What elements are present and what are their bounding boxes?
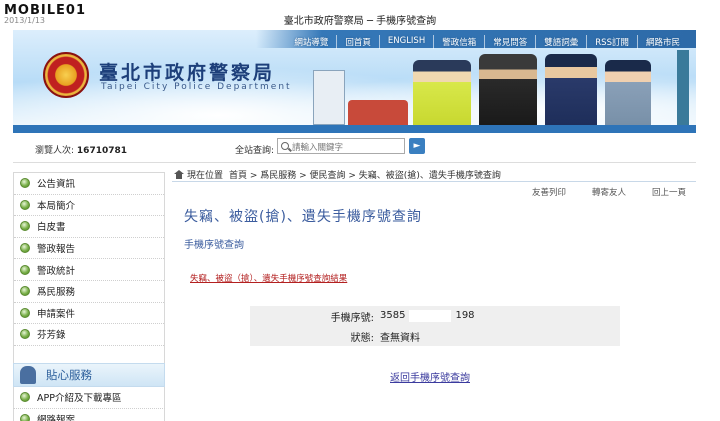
- building-illustration: [313, 70, 345, 125]
- nav-rss[interactable]: RSS訂閱: [586, 35, 637, 49]
- nav-citizens[interactable]: 網路市民: [636, 35, 688, 49]
- bullet-icon: [20, 199, 30, 210]
- officer-figure-3: [545, 54, 597, 125]
- phone-redacted: [409, 310, 452, 322]
- help-title: 貼心服務: [46, 368, 92, 382]
- site-subtitle: Taipei City Police Department: [101, 82, 292, 92]
- page-subtitle: 手機序號查詢: [184, 240, 244, 251]
- bullet-icon: [20, 264, 30, 275]
- nav-english[interactable]: ENGLISH: [378, 35, 433, 49]
- phone-suffix: 198: [455, 310, 475, 321]
- sidebar-item-online-report[interactable]: 網路報案: [13, 408, 165, 421]
- sidebar-item-statistics[interactable]: 警政統計: [14, 259, 164, 281]
- bullet-icon: [20, 413, 30, 421]
- temple-illustration: [348, 100, 408, 125]
- result-row-phone: 手機序號: 3585 198: [250, 306, 620, 326]
- police-seal-logo[interactable]: [43, 52, 89, 98]
- home-icon: [174, 170, 184, 179]
- sidebar-item-about[interactable]: 本局簡介: [14, 195, 164, 217]
- top-strip: MOBILE01 2013/1/13 臺北市政府警察局 ─ 手機序號查詢: [0, 0, 720, 30]
- top-nav: 網站導覽 回首頁 ENGLISH 警政信箱 常見問答 雙語詞彙 RSS訂閱 網路…: [286, 35, 688, 49]
- search-icon: [281, 142, 289, 150]
- bullet-icon: [20, 243, 30, 254]
- back-to-query-link[interactable]: 返回手機序號查詢: [390, 369, 470, 384]
- officer-figure-4: [605, 60, 651, 125]
- help-list: APP介紹及下載專區 網路報案: [13, 387, 165, 421]
- sidebar-item-whitepaper[interactable]: 白皮書: [14, 216, 164, 238]
- phone-value: 3585 198: [378, 310, 620, 322]
- sidebar-item-praise[interactable]: 芬芳錄: [14, 324, 164, 346]
- taipei101-illustration: [677, 50, 689, 125]
- sidebar-item-reports[interactable]: 警政報告: [14, 238, 164, 260]
- bullet-icon: [20, 392, 30, 403]
- search-go-button[interactable]: ►: [409, 138, 425, 154]
- sidebar-item-applications[interactable]: 申請案件: [14, 303, 164, 325]
- breadcrumb-path[interactable]: 首頁 > 爲民服務 > 便民查詢 > 失竊、被盜(搶)、遺失手機序號查詢: [229, 168, 501, 181]
- nav-mailbox[interactable]: 警政信箱: [433, 35, 484, 49]
- nav-home[interactable]: 回首頁: [336, 35, 379, 49]
- print-link[interactable]: 友善列印: [532, 186, 566, 198]
- phone-prefix: 3585: [380, 310, 406, 321]
- nav-faq[interactable]: 常見問答: [484, 35, 535, 49]
- phone-label: 手機序號:: [330, 312, 374, 324]
- result-row-status: 狀態: 查無資料: [250, 326, 620, 346]
- result-table: 手機序號: 3585 198 狀態: 查無資料: [250, 306, 620, 346]
- result-heading-link[interactable]: 失竊、被盜（搶）、遺失手機序號查詢結果: [190, 272, 347, 284]
- breadcrumb: 現在位置 首頁 > 爲民服務 > 便民查詢 > 失竊、被盜(搶)、遺失手機序號查…: [172, 166, 696, 182]
- officer-figure-1: [413, 60, 471, 125]
- sidebar-item-announcements[interactable]: 公告資訊: [14, 173, 164, 195]
- search-input[interactable]: 請輸入關鍵字: [277, 138, 405, 154]
- bullet-icon: [20, 221, 30, 232]
- sidebar-item-services[interactable]: 爲民服務: [14, 281, 164, 303]
- page-title: 失竊、被盜(搶)、遺失手機序號查詢: [184, 209, 422, 225]
- helper-avatar-icon: [20, 366, 36, 384]
- back-page-link[interactable]: 回上一頁: [652, 186, 686, 198]
- status-label: 狀態:: [350, 332, 374, 344]
- officer-figure-2: [479, 54, 537, 125]
- help-section-header: 貼心服務: [13, 363, 165, 387]
- blue-divider: [13, 125, 696, 133]
- search-placeholder: 請輸入關鍵字: [292, 143, 344, 153]
- breadcrumb-label: 現在位置: [187, 171, 224, 181]
- page-tools: 友善列印 轉寄友人 回上一頁: [506, 186, 686, 198]
- site-banner: 網站導覽 回首頁 ENGLISH 警政信箱 常見問答 雙語詞彙 RSS訂閱 網路…: [13, 30, 696, 125]
- site-title[interactable]: 臺北市政府警察局: [99, 58, 275, 85]
- search-label: 全站查詢:: [235, 146, 275, 156]
- bullet-icon: [20, 178, 30, 189]
- visitor-count: 16710781: [76, 146, 128, 156]
- bullet-icon: [20, 307, 30, 318]
- bullet-icon: [20, 286, 30, 297]
- bullet-icon: [20, 329, 30, 340]
- visitor-label: 瀏覽人次:: [35, 146, 75, 156]
- sidebar-item-app-download[interactable]: APP介紹及下載專區: [13, 387, 165, 409]
- nav-sitemap[interactable]: 網站導覽: [286, 35, 336, 49]
- visitor-counter: 瀏覽人次: 16710781: [35, 143, 127, 156]
- nav-glossary[interactable]: 雙語詞彙: [535, 35, 586, 49]
- window-title: 臺北市政府警察局 ─ 手機序號查詢: [283, 16, 437, 27]
- main-content: 現在位置 首頁 > 爲民服務 > 便民查詢 > 失竊、被盜(搶)、遺失手機序號查…: [172, 166, 696, 421]
- info-bar: 瀏覽人次: 16710781 全站查詢: 請輸入關鍵字 ►: [13, 133, 696, 163]
- status-value: 查無資料: [380, 332, 420, 344]
- forward-link[interactable]: 轉寄友人: [592, 186, 626, 198]
